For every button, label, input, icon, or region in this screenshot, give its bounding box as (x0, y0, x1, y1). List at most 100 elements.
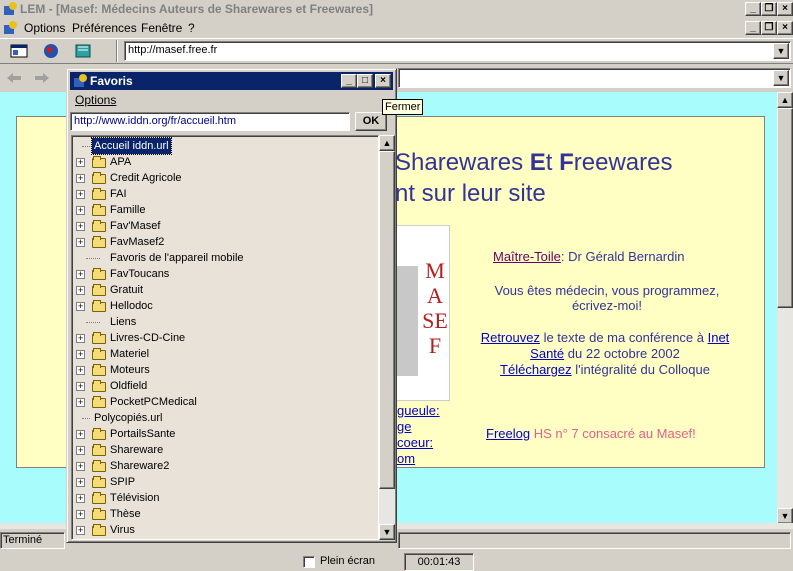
favorites-url-input[interactable]: http://www.iddn.org/fr/accueil.htm (70, 112, 350, 131)
folder-icon (92, 332, 106, 344)
tree-line (82, 418, 90, 419)
expand-icon[interactable]: + (76, 222, 85, 231)
favorites-item[interactable]: + FAI (72, 186, 372, 202)
expand-icon[interactable]: + (76, 350, 85, 359)
expand-icon[interactable]: + (76, 382, 85, 391)
scroll-thumb[interactable] (777, 108, 793, 308)
page-vertical-scrollbar[interactable]: ▲ ▼ (777, 92, 793, 524)
expand-icon[interactable]: + (76, 334, 85, 343)
menu-options[interactable]: Options (24, 21, 65, 35)
expand-icon[interactable]: + (76, 158, 85, 167)
favorites-item[interactable]: + Livres-CD-Cine (72, 330, 372, 346)
fullscreen-toggle[interactable]: Plein écran (300, 553, 400, 571)
favorites-scroll-down[interactable]: ▼ (379, 524, 395, 540)
expand-icon[interactable]: + (76, 302, 85, 311)
favorites-item[interactable]: + Shareware (72, 442, 372, 458)
restore-button[interactable]: ❐ (761, 2, 777, 16)
menu-preferences[interactable]: Préférences (72, 21, 137, 35)
favorites-item[interactable]: + Gratuit (72, 282, 372, 298)
book-icon[interactable] (72, 40, 94, 62)
inet-link[interactable]: Inet (708, 330, 730, 345)
favorites-item[interactable]: + Moteurs (72, 362, 372, 378)
expand-icon[interactable]: + (76, 510, 85, 519)
expand-icon[interactable]: + (76, 494, 85, 503)
favorites-scroll-thumb[interactable] (379, 151, 395, 489)
expand-icon[interactable]: + (76, 174, 85, 183)
folder-icon (92, 236, 106, 248)
expand-icon[interactable]: + (76, 206, 85, 215)
favorites-item[interactable]: Polycopiés.url (72, 410, 372, 426)
favorites-item[interactable]: + FavToucans (72, 266, 372, 282)
expand-icon[interactable]: + (76, 238, 85, 247)
favorites-item[interactable]: + Credit Agricole (72, 170, 372, 186)
maitre-toile-link[interactable]: Maître-Toile (493, 249, 561, 264)
scroll-down-button[interactable]: ▼ (777, 508, 793, 524)
folder-icon (92, 380, 106, 392)
menu-fenetre[interactable]: Fenêtre (141, 21, 182, 35)
favorites-scrollbar[interactable]: ▲ ▼ (379, 135, 395, 540)
favorites-scroll-up[interactable]: ▲ (379, 135, 395, 151)
expand-icon[interactable]: + (76, 190, 85, 199)
favorites-item[interactable]: Accueil iddn.url (72, 137, 372, 155)
close-button[interactable]: × (777, 2, 793, 16)
address-field-2[interactable]: ▼ (398, 68, 791, 88)
favorites-item[interactable]: + Famille (72, 202, 372, 218)
favorites-item[interactable]: + PocketPCMedical (72, 394, 372, 410)
favorites-item[interactable]: + Shareware2 (72, 458, 372, 474)
retrouvez-link[interactable]: Retrouvez (481, 330, 540, 345)
favorites-item[interactable]: Favoris de l'appareil mobile (72, 250, 372, 266)
favorites-item-label: Liens (110, 316, 137, 328)
expand-icon[interactable]: + (76, 398, 85, 407)
expand-icon[interactable]: + (76, 286, 85, 295)
child-close-button[interactable]: × (777, 21, 793, 35)
freelog-link[interactable]: Freelog (486, 426, 530, 441)
child-minimize-button[interactable]: _ (745, 21, 761, 35)
expand-icon[interactable]: + (76, 430, 85, 439)
child-restore-button[interactable]: ❐ (761, 21, 777, 35)
partial-link-2[interactable]: ge (397, 419, 411, 434)
favorites-item[interactable]: + FavMasef2 (72, 234, 372, 250)
partial-link-3[interactable]: coeur: (397, 435, 433, 450)
scroll-up-button[interactable]: ▲ (777, 92, 793, 108)
globe-icon[interactable] (40, 40, 62, 62)
favorites-minimize-button[interactable]: _ (341, 74, 357, 88)
favorites-item[interactable]: + Thèse (72, 506, 372, 522)
address-dropdown-button[interactable]: ▼ (773, 43, 789, 59)
window-list-icon[interactable] (8, 40, 30, 62)
forward-icon[interactable] (32, 70, 52, 86)
sante-link[interactable]: Santé (530, 346, 564, 361)
address2-dropdown-button[interactable]: ▼ (773, 70, 789, 86)
menu-help[interactable]: ? (188, 21, 195, 35)
favorites-item[interactable]: + Virus (72, 522, 372, 538)
favorites-menu-options[interactable]: Options (75, 93, 116, 107)
telecharger-link[interactable]: Téléchargez (500, 362, 572, 377)
favorites-item[interactable]: + Hellodoc (72, 298, 372, 314)
favorites-close-button[interactable]: × (375, 74, 391, 88)
favorites-item[interactable]: + APA (72, 154, 372, 170)
favorites-item[interactable]: + Materiel (72, 346, 372, 362)
menu-bar: Options Préférences Fenêtre ? _ ❐ × (0, 19, 793, 37)
favorites-item[interactable]: + SPIP (72, 474, 372, 490)
favorites-item[interactable]: + PortailsSante (72, 426, 372, 442)
favorites-item[interactable]: + Télévision (72, 490, 372, 506)
expand-icon[interactable]: + (76, 462, 85, 471)
favorites-item[interactable]: Liens (72, 314, 372, 330)
partial-link-1[interactable]: gueule: (397, 403, 440, 418)
expand-icon[interactable]: + (76, 446, 85, 455)
favorites-tree[interactable]: Accueil iddn.url + APA + Credit Agricole + FAI… (71, 135, 379, 540)
expand-icon[interactable]: + (76, 366, 85, 375)
expand-icon[interactable]: + (76, 270, 85, 279)
expand-icon[interactable]: + (76, 478, 85, 487)
minimize-button[interactable]: _ (745, 2, 761, 16)
back-icon[interactable] (4, 70, 24, 86)
favorites-maximize-button[interactable]: □ (357, 74, 373, 88)
partial-link-4[interactable]: om (397, 451, 415, 466)
fullscreen-checkbox[interactable] (303, 556, 315, 568)
expand-icon[interactable]: + (76, 526, 85, 535)
address-field[interactable]: http://masef.free.fr ▼ (124, 41, 791, 61)
folder-icon (92, 284, 106, 296)
favorites-item[interactable]: + Fav'Masef (72, 218, 372, 234)
favorites-window: Favoris _ □ × Options http://www.iddn.or… (66, 68, 397, 543)
folder-icon (92, 300, 106, 312)
favorites-item[interactable]: + Oldfield (72, 378, 372, 394)
